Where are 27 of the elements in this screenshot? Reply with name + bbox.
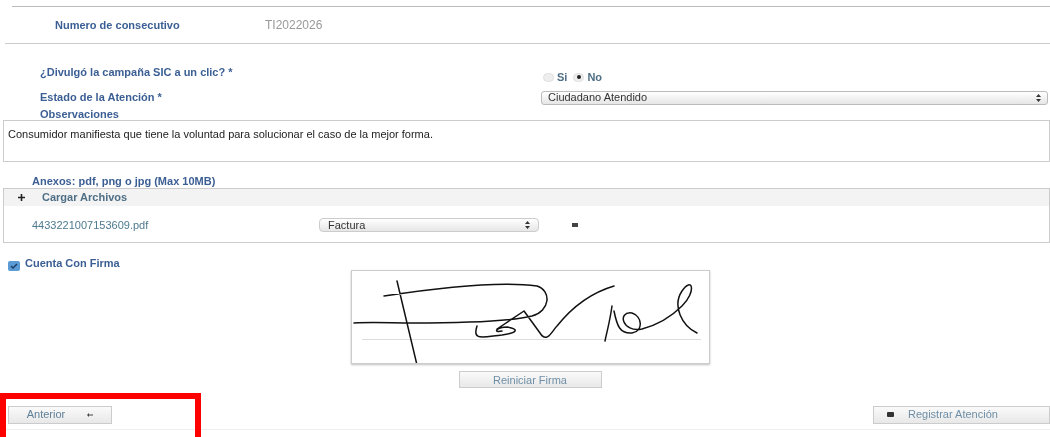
file-name[interactable]: 4433221007153609.pdf — [32, 216, 319, 234]
field-label: Estado de la Atención * — [40, 90, 163, 106]
status-select[interactable]: Ciudadano Atendido — [541, 90, 1048, 105]
upload-header[interactable]: Cargar Archivos — [4, 189, 1049, 206]
file-type-select[interactable]: Factura — [319, 218, 539, 232]
checkbox-label: Cuenta Con Firma — [25, 255, 120, 271]
radio-label: No — [587, 69, 603, 85]
checkbox[interactable] — [8, 261, 20, 271]
upload-label: Cargar Archivos — [42, 190, 128, 206]
field-label: Numero de consecutivo — [55, 17, 181, 33]
radio-label: Si — [557, 69, 568, 85]
save-icon — [887, 412, 894, 417]
reset-signature-button[interactable]: Reiniciar Firma — [458, 371, 602, 388]
field-label: Observaciones — [40, 107, 119, 120]
field-value: TI2022026 — [265, 17, 323, 34]
field-label: ¿Divulgó la campaña SIC a un clic? * — [40, 65, 234, 81]
radio-button[interactable] — [543, 72, 554, 82]
signature-pad[interactable] — [350, 270, 710, 364]
register-button[interactable]: Registrar Atención — [873, 405, 1050, 424]
observations-field[interactable]: Consumidor manifiesta que tiene la voluntad para solucionar el caso de la mejor forma. — [3, 120, 1050, 162]
plus-icon — [18, 194, 25, 201]
arrow-left-icon — [87, 412, 94, 417]
select-arrows-icon — [1036, 93, 1041, 102]
previous-button[interactable]: Anterior — [8, 405, 112, 424]
section-label: Anexos: pdf, png o jpg (Max 10MB) — [32, 174, 216, 187]
radio-button[interactable] — [573, 72, 585, 82]
select-arrows-icon — [525, 221, 530, 229]
